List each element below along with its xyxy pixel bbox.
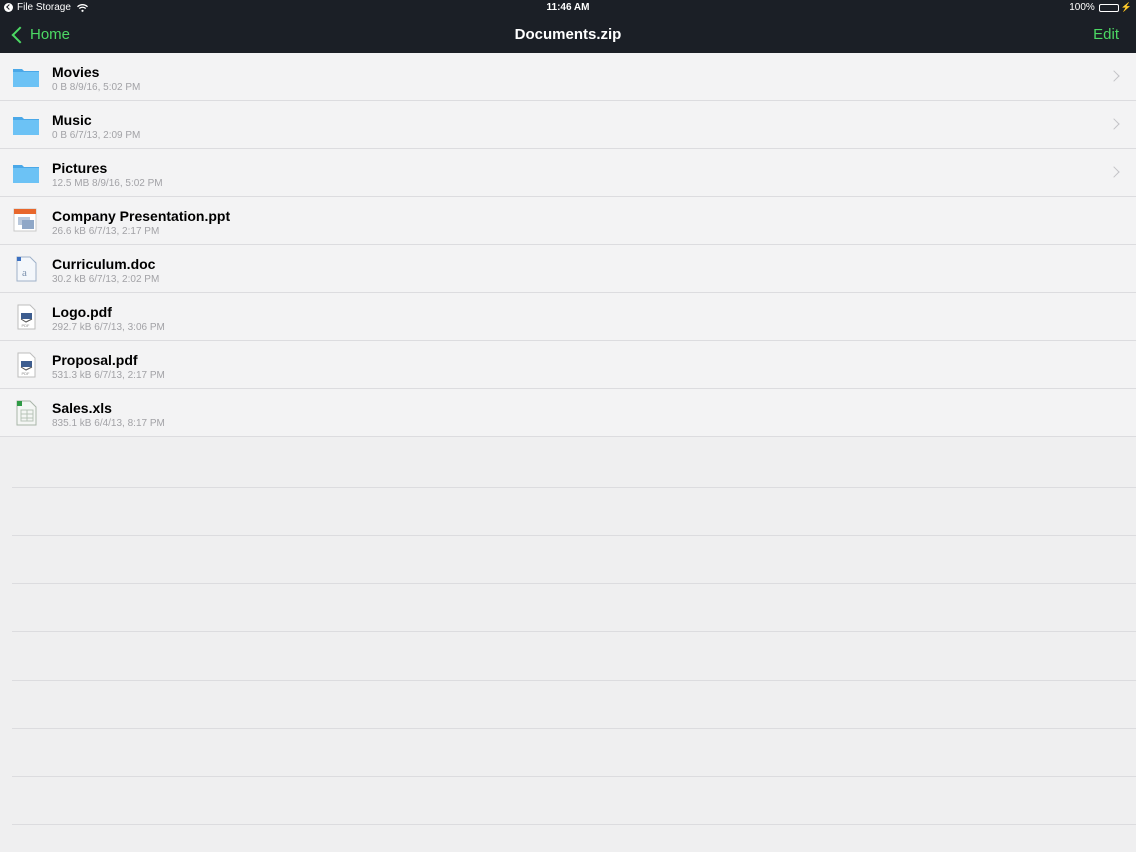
edit-button[interactable]: Edit — [1093, 26, 1119, 43]
file-name: Curriculum.doc — [52, 256, 156, 272]
file-name: Sales.xls — [52, 400, 112, 416]
file-row[interactable]: Company Presentation.ppt 26.6 kB 6/7/13, … — [0, 197, 1136, 245]
file-name: Proposal.pdf — [52, 352, 138, 368]
file-row[interactable]: Sales.xls 835.1 kB 6/4/13, 8:17 PM — [0, 389, 1136, 437]
file-list: Movies 0 B 8/9/16, 5:02 PM Music 0 B 6/7/13… — [0, 53, 1136, 437]
file-row[interactable]: PDF Logo.pdf 292.7 kB 6/7/13, 3:06 PM — [0, 293, 1136, 341]
folder-icon — [12, 160, 40, 186]
chevron-right-icon — [1108, 118, 1120, 130]
pdf-file-icon: PDF — [12, 352, 40, 378]
svg-text:PDF: PDF — [22, 323, 31, 328]
file-meta: 30.2 kB 6/7/13, 2:02 PM — [52, 274, 160, 285]
navigation-bar: Home Documents.zip Edit — [0, 17, 1136, 53]
file-meta: 0 B 8/9/16, 5:02 PM — [52, 82, 141, 93]
status-bar: File Storage 11:46 AM 100% ⚡ — [0, 0, 1136, 17]
status-time: 11:46 AM — [546, 2, 590, 13]
charging-icon: ⚡ — [1120, 2, 1132, 12]
file-name: Movies — [52, 64, 100, 80]
page-title: Documents.zip — [514, 26, 622, 43]
top-bar: File Storage 11:46 AM 100% ⚡ Home Docume… — [0, 0, 1136, 53]
list-separator — [12, 728, 1136, 729]
file-row[interactable]: PDF Proposal.pdf 531.3 kB 6/7/13, 2:17 PM — [0, 341, 1136, 389]
status-right: 100% ⚡ — [1069, 2, 1132, 13]
list-separator — [12, 487, 1136, 488]
svg-text:PDF: PDF — [22, 371, 31, 376]
file-row[interactable]: a Curriculum.doc 30.2 kB 6/7/13, 2:02 PM — [0, 245, 1136, 293]
file-name: Pictures — [52, 160, 108, 176]
chevron-right-icon — [1108, 70, 1120, 82]
pdf-file-icon: PDF — [12, 304, 40, 330]
file-meta: 292.7 kB 6/7/13, 3:06 PM — [52, 322, 165, 333]
list-separator — [12, 631, 1136, 632]
file-name: Company Presentation.ppt — [52, 208, 231, 224]
file-name: Logo.pdf — [52, 304, 112, 320]
ppt-file-icon — [12, 208, 40, 234]
file-meta: 835.1 kB 6/4/13, 8:17 PM — [52, 418, 165, 429]
file-row[interactable]: Pictures 12.5 MB 8/9/16, 5:02 PM — [0, 149, 1136, 197]
list-separator — [12, 535, 1136, 536]
folder-icon — [12, 112, 40, 138]
file-row[interactable]: Music 0 B 6/7/13, 2:09 PM — [0, 101, 1136, 149]
file-row[interactable]: Movies 0 B 8/9/16, 5:02 PM — [0, 53, 1136, 101]
file-meta: 26.6 kB 6/7/13, 2:17 PM — [52, 226, 160, 237]
list-separator — [12, 680, 1136, 681]
chevron-right-icon — [1108, 166, 1120, 178]
xls-file-icon — [12, 400, 40, 426]
svg-text:a: a — [22, 267, 27, 279]
doc-file-icon: a — [12, 256, 40, 282]
file-name: Music — [52, 112, 92, 128]
list-separator — [12, 824, 1136, 825]
battery-percent: 100% — [1069, 2, 1095, 13]
folder-icon — [12, 64, 40, 90]
battery-icon — [1098, 3, 1119, 12]
list-separator — [12, 583, 1136, 584]
list-separator — [12, 776, 1136, 777]
file-meta: 531.3 kB 6/7/13, 2:17 PM — [52, 370, 165, 381]
file-meta: 12.5 MB 8/9/16, 5:02 PM — [52, 178, 163, 189]
file-meta: 0 B 6/7/13, 2:09 PM — [52, 130, 141, 141]
